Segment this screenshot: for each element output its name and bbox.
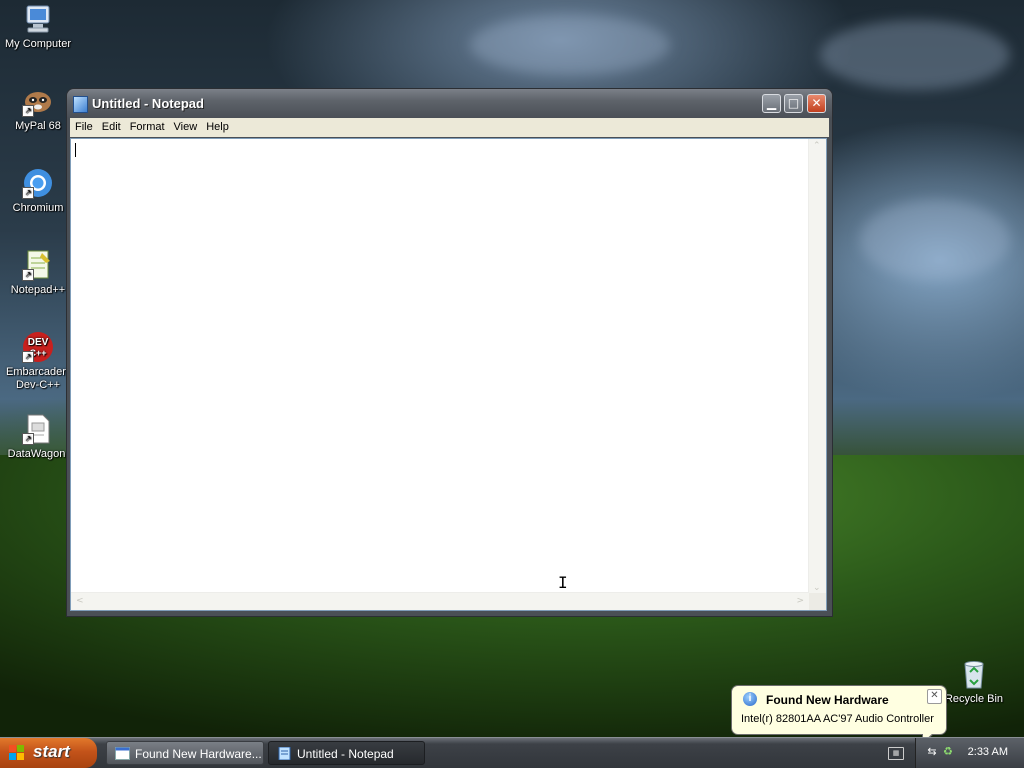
desktop-icon-notepadpp[interactable]: ↗ Notepad++ [0,249,76,297]
menu-file[interactable]: File [70,118,97,133]
computer-icon [22,3,54,35]
desktop-icon-label: DataWagon. [7,448,69,460]
desktop-icon-my-computer[interactable]: My Computer [0,3,76,51]
menu-bar: File Edit Format View Help [70,118,829,137]
task-label: Untitled - Notepad [297,747,394,761]
mypal-browser-icon: ↗ [22,85,54,117]
wallpaper-cloud [860,200,1010,280]
clock[interactable]: 2:33 AM [968,746,1008,758]
info-icon: i [743,692,757,706]
scroll-left-icon[interactable]: < [76,596,84,606]
window-icon [115,747,130,760]
desktop-icon-label: Embarcadero Dev-C++ [6,366,73,391]
shortcut-arrow-icon: ↗ [22,351,34,363]
desktop-icon-label: Chromium [12,202,64,214]
balloon-title: Found New Hardware [766,693,889,707]
desktop-icon-chromium[interactable]: ↗ Chromium [0,167,76,215]
vertical-scrollbar[interactable]: ⌃ ⌄ [808,139,826,593]
notification-balloon[interactable]: i Found New Hardware ✕ Intel(r) 82801AA … [731,685,947,744]
size-grip[interactable] [809,593,826,610]
start-button[interactable]: start [0,738,97,768]
network-tray-icon[interactable]: ⇆ [926,746,938,758]
maximize-button[interactable]: □ [784,94,803,113]
wallpaper-cloud [820,20,1010,90]
task-label: Found New Hardware... [135,747,262,761]
balloon-close-button[interactable]: ✕ [927,689,942,704]
balloon-message: Intel(r) 82801AA AC'97 Audio Controller [741,713,934,725]
chromium-icon: ↗ [22,167,54,199]
scroll-right-icon[interactable]: > [796,596,804,606]
datawagon-file-icon: ↗ [22,413,54,445]
notepad-window[interactable]: Untitled - Notepad ▁ □ ✕ File Edit Format V… [67,89,832,616]
desktop-icon-label: Recycle Bin [944,693,1004,705]
minimize-button[interactable]: ▁ [762,94,781,113]
desktop-icon-recycle-bin[interactable]: Recycle Bin [936,658,1012,706]
shortcut-arrow-icon: ↗ [22,269,34,281]
notepad-app-icon [277,746,292,761]
taskbar: start Found New Hardware... Untitled - N… [0,737,1024,768]
safely-remove-hardware-icon[interactable]: ♻ [942,746,954,758]
desktop-icon-mypal[interactable]: ↗ MyPal 68 [0,85,76,133]
notepadpp-icon: ↗ [22,249,54,281]
recycle-bin-icon [958,658,990,690]
desktop-icon-label: MyPal 68 [15,120,61,132]
system-tray: ⇆ ♻ 2:33 AM [915,738,1024,768]
menu-edit[interactable]: Edit [97,118,125,133]
desktop-icon-label: Notepad++ [10,284,66,296]
text-caret [75,143,76,157]
menu-format[interactable]: Format [125,118,169,133]
window-titlebar[interactable]: Untitled - Notepad ▁ □ ✕ [67,89,832,118]
taskbar-button-found-new-hardware[interactable]: Found New Hardware... [106,741,264,765]
shortcut-arrow-icon: ↗ [22,433,34,445]
menu-help[interactable]: Help [201,118,233,133]
keyboard-layout-icon[interactable]: ▦ [888,747,904,760]
close-button[interactable]: ✕ [807,94,826,113]
wallpaper-cloud [470,15,670,75]
ibeam-cursor-icon: I [558,573,568,592]
scroll-down-icon[interactable]: ⌄ [813,583,821,593]
windows-flag-icon [9,745,25,761]
scroll-up-icon[interactable]: ⌃ [813,141,821,151]
desktop-icon-label: My Computer [4,38,72,50]
shortcut-arrow-icon: ↗ [22,187,34,199]
devcpp-icon: DEV C++ ↗ [22,331,54,363]
notepad-app-icon[interactable] [73,96,88,113]
desktop-icon-devcpp[interactable]: DEV C++ ↗ Embarcadero Dev-C++ [0,331,76,392]
window-title: Untitled - Notepad [92,96,204,111]
text-edit-area[interactable]: ⌃ ⌄ < > [70,138,827,611]
svg-text:DEV: DEV [28,337,49,348]
menu-view[interactable]: View [169,118,202,133]
shortcut-arrow-icon: ↗ [22,105,34,117]
desktop-icon-datawagon[interactable]: ↗ DataWagon. [0,413,76,461]
taskbar-button-notepad[interactable]: Untitled - Notepad [268,741,425,765]
start-label: start [33,742,70,761]
horizontal-scrollbar[interactable]: < > [71,592,809,610]
